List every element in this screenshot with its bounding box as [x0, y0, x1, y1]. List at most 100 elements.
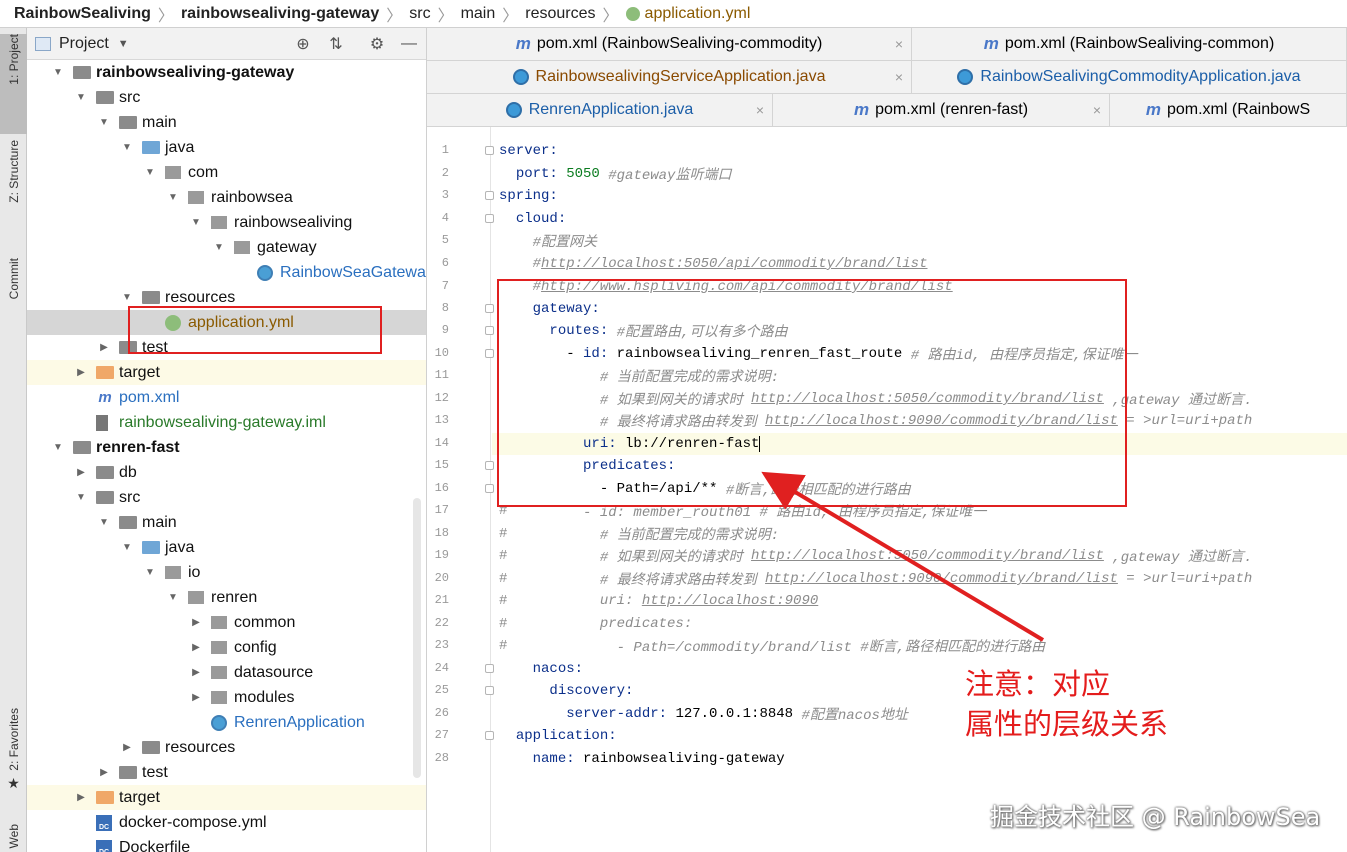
tree-row[interactable]: ▼ renren-fast: [27, 435, 426, 460]
tree-row[interactable]: ▼ io: [27, 560, 426, 585]
tree-row[interactable]: ▼ rainbowsealiving: [27, 210, 426, 235]
chevron-down-icon[interactable]: ▼: [213, 242, 225, 254]
tree-row[interactable]: ▶ db: [27, 460, 426, 485]
tree-row[interactable]: ▶ datasource: [27, 660, 426, 685]
chevron-down-icon[interactable]: ▼: [190, 217, 202, 229]
code-line[interactable]: # # 当前配置完成的需求说明:: [499, 523, 779, 545]
code-line[interactable]: port: 5050 #gateway监听端口: [499, 163, 732, 185]
tab-structure[interactable]: Z: Structure: [0, 140, 27, 240]
tree-row[interactable]: ▶ config: [27, 635, 426, 660]
fold-toggle-icon[interactable]: [485, 304, 494, 313]
tree-row[interactable]: ▼ com: [27, 160, 426, 185]
chevron-right-icon[interactable]: ▶: [190, 667, 202, 679]
tree-scrollbar[interactable]: [413, 498, 421, 778]
fold-toggle-icon[interactable]: [485, 191, 494, 200]
close-icon[interactable]: ×: [895, 36, 903, 52]
chevron-down-icon[interactable]: ▼: [75, 492, 87, 504]
chevron-down-icon[interactable]: ▼: [121, 142, 133, 154]
tree-row[interactable]: ▶ common: [27, 610, 426, 635]
fold-toggle-icon[interactable]: [485, 686, 494, 695]
breadcrumb-item[interactable]: main: [461, 5, 496, 23]
tree-row[interactable]: ▼ java: [27, 535, 426, 560]
chevron-down-icon[interactable]: ▼: [52, 442, 64, 454]
close-icon[interactable]: ×: [1093, 102, 1101, 118]
chevron-right-icon[interactable]: ▶: [98, 767, 110, 779]
chevron-right-icon[interactable]: ▶: [75, 367, 87, 379]
chevron-right-icon[interactable]: ▶: [121, 742, 133, 754]
locate-crosshair-icon[interactable]: ⊕: [293, 34, 313, 54]
tab-commit[interactable]: Commit: [0, 258, 27, 338]
chevron-down-icon[interactable]: ▼: [167, 192, 179, 204]
chevron-down-icon[interactable]: ▼: [144, 167, 156, 179]
tab-project[interactable]: 1: Project: [0, 34, 27, 134]
chevron-down-icon[interactable]: ▼: [121, 542, 133, 554]
chevron-right-icon[interactable]: ▶: [190, 642, 202, 654]
fold-toggle-icon[interactable]: [485, 349, 494, 358]
tree-row[interactable]: ▶ target: [27, 360, 426, 385]
editor-tab[interactable]: RainbowSealivingCommodityApplication.jav…: [912, 61, 1347, 94]
tree-row[interactable]: ▼ main: [27, 510, 426, 535]
chevron-right-icon[interactable]: ▶: [190, 617, 202, 629]
tree-row[interactable]: DC Dockerfile: [27, 835, 426, 852]
tree-row[interactable]: ▼ java: [27, 135, 426, 160]
collapse-all-icon[interactable]: ⇅: [326, 34, 346, 54]
tree-row[interactable]: ▼ rainbowsea: [27, 185, 426, 210]
tree-row[interactable]: ▶ resources: [27, 735, 426, 760]
code-line[interactable]: # # 如果到网关的请求时 http://localhost:5050/comm…: [499, 545, 1252, 567]
tree-row[interactable]: m pom.xml: [27, 385, 426, 410]
tree-row[interactable]: ▶ test: [27, 760, 426, 785]
close-icon[interactable]: ×: [895, 69, 903, 85]
tree-row[interactable]: ▼ src: [27, 85, 426, 110]
editor-tab[interactable]: m pom.xml (RainbowS: [1110, 94, 1347, 127]
chevron-right-icon[interactable]: ▶: [75, 467, 87, 479]
chevron-right-icon[interactable]: ▶: [75, 792, 87, 804]
code-line[interactable]: application:: [499, 725, 617, 747]
fold-toggle-icon[interactable]: [485, 146, 494, 155]
chevron-down-icon[interactable]: ▼: [98, 117, 110, 129]
tree-row[interactable]: ▼ gateway: [27, 235, 426, 260]
tree-row[interactable]: RenrenApplication: [27, 710, 426, 735]
fold-toggle-icon[interactable]: [485, 731, 494, 740]
code-line[interactable]: # # 最终将请求路由转发到 http://localhost:9090/com…: [499, 568, 1252, 590]
code-line[interactable]: server-addr: 127.0.0.1:8848 #配置nacos地址: [499, 703, 908, 725]
tab-web[interactable]: Web: [0, 824, 27, 852]
chevron-down-icon[interactable]: ▼: [144, 567, 156, 579]
tree-row[interactable]: ▶ modules: [27, 685, 426, 710]
fold-toggle-icon[interactable]: [485, 326, 494, 335]
breadcrumb-item[interactable]: rainbowsealiving-gateway: [181, 5, 379, 23]
chevron-down-icon[interactable]: ▼: [75, 92, 87, 104]
close-icon[interactable]: ×: [756, 102, 764, 118]
chevron-down-icon[interactable]: ▼: [98, 517, 110, 529]
tree-row[interactable]: ▶ target: [27, 785, 426, 810]
code-line[interactable]: cloud:: [499, 208, 566, 230]
chevron-down-icon[interactable]: ▼: [121, 292, 133, 304]
code-line[interactable]: discovery:: [499, 680, 633, 702]
editor-tab[interactable]: RenrenApplication.java ×: [427, 94, 773, 127]
project-view-selector[interactable]: Project ▼: [35, 35, 129, 53]
code-line[interactable]: #配置网关: [499, 230, 597, 252]
editor-tab[interactable]: RainbowsealivingServiceApplication.java ×: [427, 61, 912, 94]
breadcrumb-item[interactable]: application.yml: [625, 5, 750, 23]
code-line[interactable]: spring:: [499, 185, 558, 207]
tree-row[interactable]: rainbowsealiving-gateway.iml: [27, 410, 426, 435]
tree-row[interactable]: ▼ src: [27, 485, 426, 510]
gear-icon[interactable]: ⚙: [367, 34, 387, 54]
fold-toggle-icon[interactable]: [485, 664, 494, 673]
code-line[interactable]: # uri: http://localhost:9090: [499, 590, 818, 612]
chevron-right-icon[interactable]: ▶: [98, 342, 110, 354]
code-line[interactable]: # predicates:: [499, 613, 692, 635]
code-line[interactable]: name: rainbowsealiving-gateway: [499, 748, 785, 770]
code-line[interactable]: nacos:: [499, 658, 583, 680]
minimize-icon[interactable]: —: [399, 34, 419, 54]
breadcrumb-item[interactable]: RainbowSealiving: [14, 5, 151, 23]
tree-row[interactable]: DC docker-compose.yml: [27, 810, 426, 835]
chevron-right-icon[interactable]: ▶: [190, 692, 202, 704]
editor-tab[interactable]: m pom.xml (renren-fast) ×: [773, 94, 1110, 127]
editor-tab[interactable]: m pom.xml (RainbowSealiving-common): [912, 28, 1347, 61]
chevron-down-icon[interactable]: ▼: [167, 592, 179, 604]
breadcrumb-item[interactable]: resources: [525, 5, 595, 23]
fold-toggle-icon[interactable]: [485, 484, 494, 493]
tree-row[interactable]: ▼ main: [27, 110, 426, 135]
code-line[interactable]: server:: [499, 140, 558, 162]
code-line[interactable]: # http://localhost:5050/api/commodity/bra…: [499, 253, 928, 275]
